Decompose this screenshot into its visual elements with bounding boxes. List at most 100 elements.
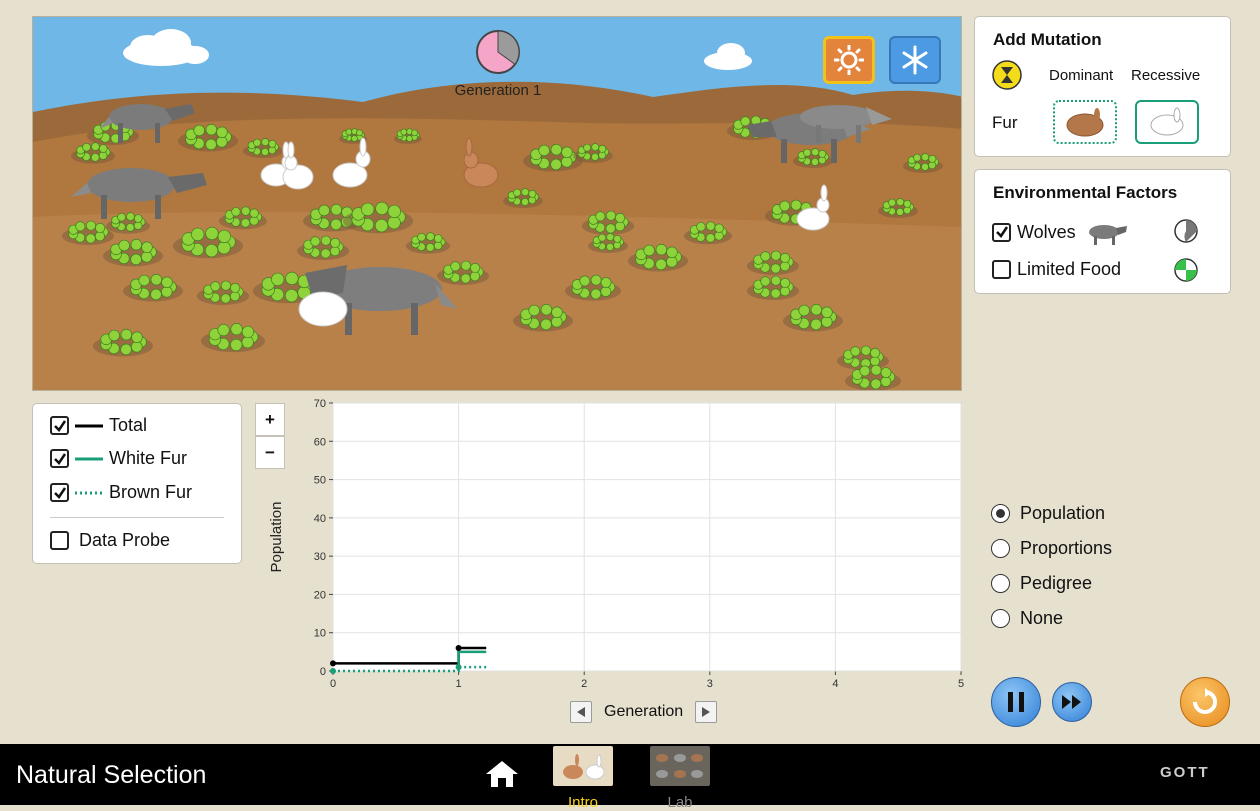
legend-item-brown-fur[interactable]: Brown Fur bbox=[50, 482, 192, 503]
tick-label-x: 2 bbox=[581, 678, 587, 690]
generation-axis-label: Generation bbox=[604, 703, 684, 720]
lab-tab-label: Lab bbox=[667, 794, 693, 811]
tick-label-x: 5 bbox=[958, 678, 964, 690]
data-probe-checkbox[interactable] bbox=[50, 531, 69, 550]
data-probe-toggle[interactable]: Data Probe bbox=[50, 530, 170, 551]
radio-button[interactable] bbox=[991, 574, 1010, 593]
data-probe-label: Data Probe bbox=[79, 530, 171, 550]
legend-item-white-fur[interactable]: White Fur bbox=[50, 448, 187, 469]
divider bbox=[50, 517, 224, 518]
wolves-label: Wolves bbox=[1017, 221, 1076, 242]
wolf-icon bbox=[1088, 225, 1127, 245]
radio-button[interactable] bbox=[991, 609, 1010, 628]
radio-label: Pedigree bbox=[1020, 573, 1093, 593]
hourglass-icon bbox=[992, 60, 1022, 90]
legend-item-total[interactable]: Total bbox=[50, 415, 147, 436]
dominant-label: Dominant bbox=[1049, 67, 1114, 84]
limited-food-checkbox[interactable] bbox=[992, 260, 1011, 279]
brown-bunny-icon bbox=[1066, 108, 1104, 137]
brown-fur-checkbox[interactable] bbox=[50, 483, 69, 502]
radio-button[interactable] bbox=[991, 539, 1010, 558]
tick-label-x: 0 bbox=[330, 678, 336, 690]
tick-label-y: 0 bbox=[320, 666, 326, 678]
check-icon bbox=[995, 226, 1008, 238]
fur-label: Fur bbox=[992, 113, 1018, 132]
dominant-fur-button[interactable] bbox=[1053, 100, 1117, 144]
radio-none[interactable]: None bbox=[991, 601, 1112, 636]
tick-label-y: 60 bbox=[314, 436, 326, 448]
pie-timer-icon bbox=[1174, 219, 1198, 243]
data-point-marker bbox=[330, 660, 336, 667]
data-point-marker bbox=[455, 664, 462, 671]
total-checkbox[interactable] bbox=[50, 416, 69, 435]
data-point-marker bbox=[455, 645, 462, 652]
radio-label: None bbox=[1020, 608, 1064, 628]
previous-generation-button[interactable] bbox=[570, 701, 592, 723]
radio-population[interactable]: Population bbox=[991, 496, 1112, 531]
panel-title: Add Mutation bbox=[993, 30, 1102, 49]
legend-label: Total bbox=[109, 415, 148, 435]
legend-label: Brown Fur bbox=[109, 482, 193, 502]
intro-tab[interactable]: Intro bbox=[553, 746, 613, 811]
wolf bbox=[71, 168, 207, 219]
recessive-fur-button[interactable] bbox=[1135, 100, 1199, 144]
limited-food-factor[interactable]: Limited Food bbox=[992, 259, 1121, 280]
panel-title: Environmental Factors bbox=[993, 183, 1178, 202]
generation-clock-icon bbox=[476, 30, 520, 74]
winter-button[interactable] bbox=[889, 36, 941, 84]
generation-navigator: Generation bbox=[570, 701, 718, 723]
environmental-factors-panel: Environmental Factors Wolves Limited Foo… bbox=[974, 169, 1231, 294]
tick-label-y: 40 bbox=[314, 513, 326, 525]
tick-label-y: 70 bbox=[314, 398, 326, 410]
legend-label: White Fur bbox=[109, 448, 188, 468]
pie-timer-green-icon bbox=[1174, 258, 1198, 282]
step-forward-button[interactable] bbox=[1052, 682, 1092, 722]
solid-green-line-icon bbox=[75, 457, 103, 460]
wolves-checkbox[interactable] bbox=[992, 222, 1011, 242]
tick-label-x: 4 bbox=[832, 678, 838, 690]
reset-button[interactable] bbox=[1180, 677, 1230, 727]
white-fur-checkbox[interactable] bbox=[50, 449, 69, 468]
radio-proportions[interactable]: Proportions bbox=[991, 531, 1112, 566]
tick-label-y: 50 bbox=[314, 475, 326, 487]
solid-black-line-icon bbox=[75, 424, 103, 427]
fast-forward-icon bbox=[1062, 695, 1081, 709]
wolves-factor[interactable]: Wolves bbox=[992, 218, 1128, 246]
check-icon bbox=[53, 452, 66, 465]
intro-screen-thumbnail bbox=[553, 746, 613, 786]
tick-label-x: 1 bbox=[456, 678, 462, 690]
reset-icon bbox=[1193, 688, 1217, 714]
white-bunny-icon bbox=[1150, 107, 1184, 136]
intro-tab-label: Intro bbox=[567, 794, 598, 811]
radio-label: Proportions bbox=[1020, 538, 1113, 558]
navigation-bar: Natural Selection Intro Lab GOTT bbox=[0, 744, 1260, 811]
radio-dot bbox=[996, 509, 1005, 518]
radio-button[interactable] bbox=[991, 504, 1010, 523]
summer-button[interactable] bbox=[823, 36, 875, 84]
pause-button[interactable] bbox=[991, 677, 1041, 727]
pause-icon bbox=[1008, 692, 1024, 712]
sim-title: Natural Selection bbox=[16, 761, 207, 789]
check-icon bbox=[53, 486, 66, 499]
brand-logo: GOTT bbox=[1160, 764, 1210, 781]
check-icon bbox=[53, 419, 66, 432]
graph-legend-panel: Total White Fur Brown Fur Data Probe bbox=[32, 403, 242, 564]
tick-label-y: 30 bbox=[314, 551, 326, 563]
simulation-scene[interactable]: Generation 1 bbox=[32, 16, 962, 391]
radio-pedigree[interactable]: Pedigree bbox=[991, 566, 1112, 601]
recessive-label: Recessive bbox=[1131, 67, 1201, 84]
data-point-marker bbox=[330, 668, 336, 674]
white-bunny bbox=[332, 137, 371, 188]
tick-label-x: 3 bbox=[707, 678, 713, 690]
triangle-left-icon bbox=[577, 707, 585, 717]
lab-tab[interactable]: Lab bbox=[650, 746, 710, 811]
generation-indicator: Generation 1 bbox=[443, 29, 553, 99]
population-graph: 0 1 2 3 4 5 0 10 20 30 40 50 60 70 Population bbox=[262, 392, 974, 732]
plot-area bbox=[332, 402, 962, 672]
home-icon[interactable] bbox=[485, 760, 519, 788]
next-generation-button[interactable] bbox=[695, 701, 718, 723]
lab-screen-thumbnail bbox=[650, 746, 710, 786]
sun-icon bbox=[834, 45, 864, 75]
dotted-green-line-icon bbox=[75, 491, 103, 494]
brown-bunny bbox=[463, 137, 499, 188]
